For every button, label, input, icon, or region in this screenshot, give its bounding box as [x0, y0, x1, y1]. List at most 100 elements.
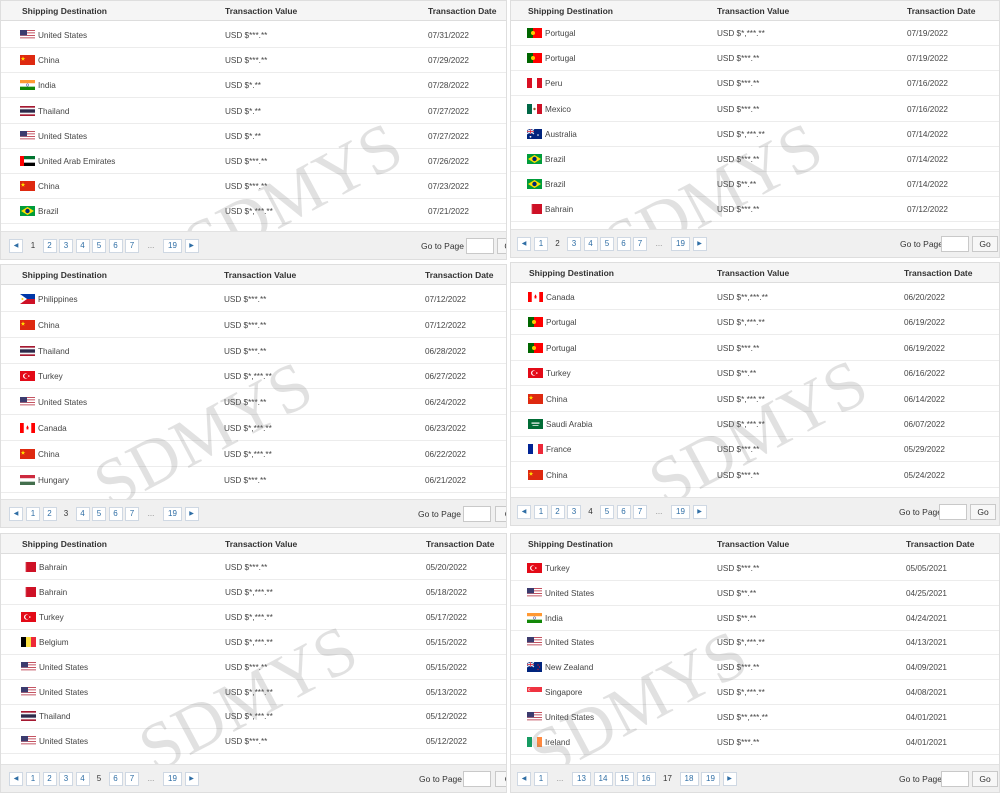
shipping-destination: Singapore [545, 688, 583, 697]
shipping-destination: Canada [38, 424, 67, 433]
next-page-button[interactable]: ▶ [184, 772, 199, 786]
pagination-bar: ◀1234567... 19▶ Go to Page Go [511, 229, 999, 257]
page-link-3[interactable]: 3 [59, 772, 73, 786]
table-row: Brazil USD $*,***.** 07/21/2022 [1, 199, 506, 225]
page-ellipsis: ... [655, 507, 663, 516]
trade-panel-2: Shipping Destination Transaction Value Tra… [510, 0, 1000, 258]
page-link-19[interactable]: 19 [163, 507, 182, 521]
ae-flag-icon [20, 156, 35, 166]
table-row: Thailand USD $*,***.** 05/12/2022 [1, 704, 506, 730]
pagination-bar: ◀1234567... 19▶ Go to Page G [1, 499, 506, 527]
goto-page-input[interactable] [941, 771, 969, 787]
in-flag-icon [20, 80, 35, 91]
page-link-6[interactable]: 6 [108, 772, 123, 786]
page-link-3[interactable]: 3 [59, 239, 73, 253]
go-button[interactable]: Go [972, 236, 998, 252]
page-link-5[interactable]: 5 [92, 507, 106, 521]
next-page-button[interactable]: ▶ [722, 772, 737, 786]
page-link-19[interactable]: 19 [701, 772, 720, 786]
page-link-18[interactable]: 18 [679, 772, 699, 786]
page-link-1[interactable]: 1 [534, 772, 548, 786]
shipping-destination: China [38, 56, 60, 66]
page-link-6[interactable]: 6 [108, 239, 123, 253]
prev-page-button[interactable]: ◀ [517, 505, 531, 519]
transaction-date: 04/01/2021 [906, 737, 947, 747]
transaction-value: USD $***.** [717, 663, 760, 673]
next-page-button[interactable]: ▶ [184, 507, 199, 521]
prev-page-button[interactable]: ◀ [517, 772, 531, 786]
transaction-date: 06/28/2022 [425, 346, 466, 356]
page-link-19[interactable]: 19 [671, 505, 690, 519]
page-link-13[interactable]: 13 [572, 772, 591, 786]
pagination-bar: ◀1234567... 19▶ Go to Page G [1, 764, 506, 792]
go-button[interactable]: Go [497, 238, 506, 254]
transaction-date: 07/12/2022 [425, 295, 466, 304]
page-link-5[interactable]: 5 [600, 505, 614, 519]
go-button[interactable]: Go [972, 771, 998, 787]
page-link-6[interactable]: 6 [616, 237, 631, 251]
page-link-2[interactable]: 2 [42, 239, 57, 253]
transaction-value: USD $***.** [225, 157, 268, 166]
prev-page-button[interactable]: ◀ [9, 239, 23, 253]
transaction-value: USD $*,***.** [717, 318, 765, 328]
page-link-7[interactable]: 7 [125, 239, 139, 253]
page-link-5[interactable]: 5 [600, 237, 614, 251]
page-link-6[interactable]: 6 [616, 505, 631, 519]
goto-page-input[interactable] [941, 236, 969, 252]
page-link-19[interactable]: 19 [671, 237, 690, 251]
page-link-16[interactable]: 16 [636, 772, 656, 786]
page-link-7[interactable]: 7 [125, 772, 139, 786]
page-link-4[interactable]: 4 [75, 507, 90, 521]
table-row: Turkey USD $*,***.** 05/17/2022 [1, 605, 506, 630]
pagination-bar: ◀ 1... 13 14 15 16 17 18 19 ▶ Go to Page Go [511, 764, 999, 792]
table-header: Shipping Destination Transaction Value Tra… [511, 263, 999, 283]
go-button[interactable]: G [495, 506, 506, 522]
page-link-4[interactable]: 4 [75, 772, 90, 786]
prev-page-button[interactable]: ◀ [9, 507, 23, 521]
page-link-1[interactable]: 1 [26, 507, 40, 521]
transaction-date: 06/24/2022 [425, 398, 466, 408]
bh-flag-icon [527, 204, 542, 215]
next-page-button[interactable]: ▶ [184, 239, 199, 253]
page-link-19[interactable]: 19 [163, 239, 182, 253]
page-link-7[interactable]: 7 [633, 505, 647, 519]
table-row: Ireland USD $***.** 04/01/2021 [511, 730, 999, 755]
goto-page-input[interactable] [463, 506, 491, 522]
page-link-2[interactable]: 2 [550, 505, 565, 519]
transaction-value: USD $*,***.** [225, 207, 273, 217]
prev-page-button[interactable]: ◀ [517, 237, 531, 251]
shipping-destination: Turkey [38, 372, 63, 382]
us-flag-icon [21, 736, 36, 747]
page-link-2[interactable]: 2 [42, 507, 57, 521]
page-link-14[interactable]: 14 [593, 772, 613, 786]
page-link-1[interactable]: 1 [534, 505, 548, 519]
go-button[interactable]: Go [970, 504, 996, 520]
page-ellipsis: ... [147, 509, 155, 518]
page-link-4[interactable]: 4 [75, 239, 90, 253]
page-link-3[interactable]: 3 [567, 237, 581, 251]
page-link-4[interactable]: 4 [583, 237, 598, 251]
transaction-value: USD $*,***.** [225, 687, 273, 697]
page-link-1[interactable]: 1 [534, 237, 548, 251]
goto-page-input[interactable] [939, 504, 967, 520]
prev-page-button[interactable]: ◀ [9, 772, 23, 786]
next-page-button[interactable]: ▶ [692, 505, 707, 519]
page-link-1[interactable]: 1 [26, 772, 40, 786]
shipping-destination: Peru [545, 79, 563, 89]
page-link-3[interactable]: 3 [567, 505, 581, 519]
page-link-7[interactable]: 7 [125, 507, 139, 521]
page-link-5[interactable]: 5 [92, 239, 106, 253]
page-link-2[interactable]: 2 [42, 772, 57, 786]
us-flag-icon [527, 637, 542, 648]
goto-page-input[interactable] [466, 238, 494, 254]
tr-flag-icon [20, 371, 35, 382]
go-button[interactable]: G [495, 771, 506, 787]
page-link-7[interactable]: 7 [633, 237, 647, 251]
page-link-19[interactable]: 19 [163, 772, 182, 786]
transaction-date: 07/14/2022 [907, 129, 948, 139]
next-page-button[interactable]: ▶ [692, 237, 707, 251]
page-link-6[interactable]: 6 [108, 507, 123, 521]
page-link-15[interactable]: 15 [615, 772, 634, 786]
goto-page-input[interactable] [463, 771, 491, 787]
column-header-destination: Shipping Destination [22, 539, 107, 549]
